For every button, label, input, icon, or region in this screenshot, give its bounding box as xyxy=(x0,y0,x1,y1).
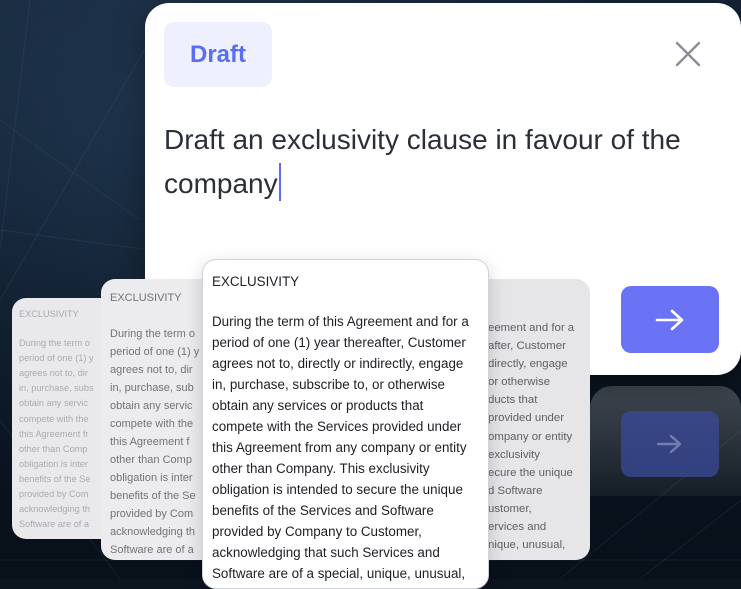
document-body: During the term of this Agreement and fo… xyxy=(212,314,469,581)
arrow-right-icon xyxy=(655,309,684,330)
text-caret xyxy=(278,163,281,201)
document-body: eement and for a after, Customer directl… xyxy=(488,322,575,552)
send-button[interactable] xyxy=(621,286,719,353)
close-icon xyxy=(675,41,701,67)
background-send-button xyxy=(621,411,719,477)
document-heading: EXCLUSIVITY xyxy=(212,274,300,289)
draft-badge-label: Draft xyxy=(189,40,246,68)
prompt-text: Draft an exclusivity clause in favour of… xyxy=(164,124,681,199)
draft-badge[interactable]: Draft xyxy=(164,22,272,87)
arrow-right-icon xyxy=(656,434,682,454)
document-card-selected[interactable]: EXCLUSIVITY During the term of this Agre… xyxy=(202,259,489,589)
prompt-input[interactable]: Draft an exclusivity clause in favour of… xyxy=(164,118,704,206)
close-button[interactable] xyxy=(670,36,706,72)
